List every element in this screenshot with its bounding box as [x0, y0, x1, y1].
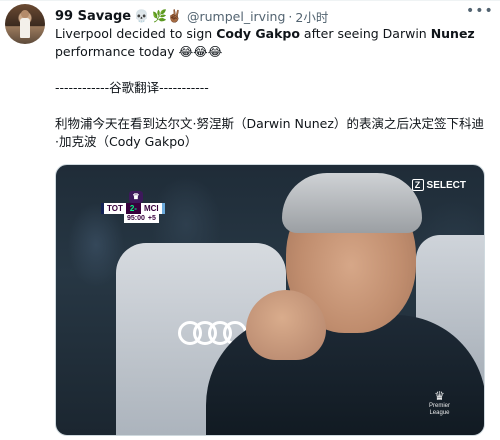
display-name[interactable]: 99 Savage: [55, 9, 131, 24]
more-options-button[interactable]: •••: [466, 3, 493, 25]
premier-league-watermark: ♛ Premier League: [428, 389, 450, 416]
tweet-text-line-2: performance today 😂😂😂: [55, 44, 223, 59]
man-hand: [246, 290, 326, 360]
added-time: +5: [147, 215, 156, 222]
translation-separator: ------------谷歌翻译-----------: [55, 80, 209, 95]
clock-time: 95:00: [127, 215, 145, 222]
tweet-text-line-1: Liverpool decided to sign Cody Gakpo aft…: [55, 26, 475, 41]
avatar[interactable]: [5, 4, 45, 44]
user-handle[interactable]: @rumpel_irving: [187, 9, 285, 24]
man-hair: [282, 173, 422, 233]
more-horizontal-icon: •••: [466, 3, 494, 19]
translation-line-2: ·加克波（Cody Gakpo）: [55, 134, 198, 149]
tweet[interactable]: 99 Savage 💀 🌿 ✌🏾 @rumpel_irving · 2小时 ••…: [0, 0, 500, 440]
z-logo-icon: Z: [411, 179, 424, 191]
laughing-emojis: 😂😂😂: [178, 44, 223, 59]
broadcaster-logo: Z SELECT: [411, 179, 466, 191]
bold-name-gakpo: Cody Gakpo: [216, 26, 300, 41]
lion-icon: ♛: [434, 389, 445, 403]
broadcaster-label: SELECT: [426, 179, 466, 191]
timestamp[interactable]: 2小时: [295, 7, 328, 26]
home-team: TOT: [101, 203, 126, 214]
tweet-media-image[interactable]: ♛ TOT 2-0 MCI 95:00+5 Z SELECT ♛ Premier…: [55, 164, 485, 436]
avatar-figure-body: [20, 18, 30, 38]
score-row: TOT 2-0 MCI: [101, 203, 165, 224]
match-clock: 95:00 +5: [124, 214, 159, 223]
avatar-figure-head: [21, 10, 29, 18]
victory-hand-emoji: ✌🏾: [167, 9, 182, 23]
herb-emoji: 🌿: [152, 9, 168, 23]
bold-name-nunez: Nunez: [430, 26, 475, 41]
separator-dot: ·: [288, 8, 293, 24]
skull-emoji: 💀: [134, 9, 150, 23]
tweet-text: Liverpool decided to sign Cody Gakpo aft…: [55, 25, 485, 151]
translation-line-1: 利物浦今天在看到达尔文·努涅斯（Darwin Nunez）的表演之后决定签下科迪: [55, 116, 484, 131]
match-score: 2-0: [125, 203, 141, 224]
premier-league-badge-icon: ♛: [129, 191, 143, 203]
tweet-header: 99 Savage 💀 🌿 ✌🏾 @rumpel_irving · 2小时: [55, 7, 328, 25]
away-team: MCI: [140, 203, 165, 214]
